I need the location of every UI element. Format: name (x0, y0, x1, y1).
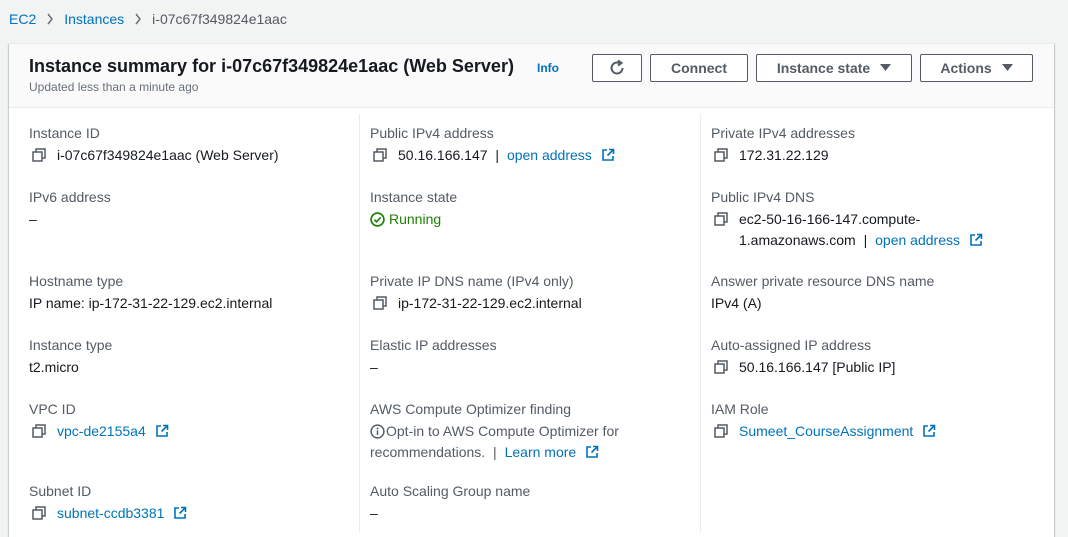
field-label: Hostname type (29, 273, 124, 289)
field-instance-type: Instance type t2.micro (29, 336, 349, 377)
public-ipv4-value: 50.16.166.147 (398, 147, 488, 163)
breadcrumb: EC2 Instances i-07c67f349824e1aac (9, 10, 287, 28)
field-compute-optimizer: AWS Compute Optimizer finding Opt-in to … (370, 400, 690, 463)
refresh-icon (608, 59, 626, 77)
page-title: Instance summary for i-07c67f349824e1aac… (29, 56, 514, 76)
actions-label: Actions (940, 60, 992, 76)
copy-icon[interactable] (32, 503, 52, 520)
field-label: IAM Role (711, 401, 769, 417)
hostname-type-value: IP name: ip-172-31-22-129.ec2.internal (29, 295, 273, 311)
status-badge: Running (370, 209, 441, 229)
field-public-ipv4: Public IPv4 address 50.16.166.147 | open… (370, 124, 690, 165)
copy-icon[interactable] (373, 145, 393, 162)
subnet-id-link[interactable]: subnet-ccdb3381 (57, 505, 164, 521)
refresh-button[interactable] (592, 54, 642, 82)
external-link-icon[interactable] (155, 424, 169, 438)
field-label: Subnet ID (29, 483, 92, 499)
private-dns-value: ip-172-31-22-129.ec2.internal (398, 295, 582, 311)
chevron-right-icon (46, 13, 54, 25)
public-dns-value: 1.amazonaws.com (739, 232, 856, 248)
field-label: Answer private resource DNS name (711, 273, 935, 289)
field-answer-dns: Answer private resource DNS name IPv4 (A… (711, 272, 1031, 313)
field-auto-ip: Auto-assigned IP address 50.16.166.147 [… (711, 336, 1031, 377)
column-divider (359, 114, 360, 532)
asg-name-value: – (370, 505, 378, 521)
connect-button-label: Connect (671, 60, 727, 76)
copy-icon[interactable] (714, 421, 734, 438)
field-private-dns: Private IP DNS name (IPv4 only) ip-172-3… (370, 272, 690, 313)
field-label: Private IPv4 addresses (711, 125, 855, 141)
field-label: Elastic IP addresses (370, 337, 497, 353)
private-ipv4-value: 172.31.22.129 (739, 147, 829, 163)
instance-id-value: i-07c67f349824e1aac (Web Server) (57, 147, 279, 163)
check-circle-icon (370, 211, 385, 227)
field-label: Auto Scaling Group name (370, 483, 531, 499)
field-label: Instance state (370, 189, 458, 205)
vpc-id-link[interactable]: vpc-de2155a4 (57, 423, 146, 439)
instance-state-button[interactable]: Instance state (756, 54, 912, 82)
copy-icon[interactable] (32, 145, 52, 162)
optimizer-text: Opt-in to AWS Compute Optimizer for (386, 423, 619, 439)
field-label: IPv6 address (29, 189, 111, 205)
field-iam-role: IAM Role Sumeet_CourseAssignment (711, 400, 1031, 441)
copy-icon[interactable] (714, 145, 734, 162)
field-label: AWS Compute Optimizer finding (370, 401, 571, 417)
field-ipv6: IPv6 address – (29, 188, 349, 229)
connect-button[interactable]: Connect (650, 54, 748, 82)
field-public-dns: Public IPv4 DNS ec2-50-16-166-147.comput… (711, 188, 1031, 251)
chevron-right-icon (134, 13, 142, 25)
open-address-link[interactable]: open address (875, 232, 960, 248)
optimizer-text: recommendations. (370, 444, 486, 460)
external-link-icon[interactable] (173, 506, 187, 520)
field-hostname-type: Hostname type IP name: ip-172-31-22-129.… (29, 272, 349, 313)
external-link-icon[interactable] (922, 424, 936, 438)
answer-dns-value: IPv4 (A) (711, 295, 762, 311)
info-circle-icon (370, 424, 385, 439)
field-label: VPC ID (29, 401, 76, 417)
field-asg-name: Auto Scaling Group name – (370, 482, 690, 523)
field-label: Private IP DNS name (IPv4 only) (370, 273, 574, 289)
copy-icon[interactable] (32, 421, 52, 438)
caret-down-icon (1001, 64, 1013, 72)
learn-more-link[interactable]: Learn more (505, 444, 577, 460)
field-label: Public IPv4 address (370, 125, 494, 141)
copy-icon[interactable] (714, 357, 734, 374)
breadcrumb-ec2[interactable]: EC2 (9, 11, 36, 27)
auto-ip-value: 50.16.166.147 [Public IP] (739, 359, 896, 375)
copy-icon[interactable] (373, 293, 393, 310)
ipv6-value: – (29, 211, 37, 227)
field-instance-state: Instance state Running (370, 188, 690, 229)
breadcrumb-current: i-07c67f349824e1aac (152, 11, 287, 27)
open-address-link[interactable]: open address (507, 147, 592, 163)
external-link-icon[interactable] (585, 445, 599, 459)
field-private-ipv4: Private IPv4 addresses 172.31.22.129 (711, 124, 1031, 165)
field-label: Instance type (29, 337, 113, 353)
info-link[interactable]: Info (537, 61, 559, 75)
field-label: Public IPv4 DNS (711, 189, 815, 205)
field-elastic-ip: Elastic IP addresses – (370, 336, 690, 377)
field-instance-id: Instance ID i-07c67f349824e1aac (Web Ser… (29, 124, 349, 165)
iam-role-link[interactable]: Sumeet_CourseAssignment (739, 423, 913, 439)
instance-type-value: t2.micro (29, 359, 79, 375)
instance-summary-panel: Instance summary for i-07c67f349824e1aac… (9, 43, 1054, 537)
elastic-ip-value: – (370, 359, 378, 375)
copy-icon[interactable] (714, 209, 734, 226)
panel-header: Instance summary for i-07c67f349824e1aac… (9, 44, 1054, 108)
field-label: Auto-assigned IP address (711, 337, 872, 353)
updated-subtitle: Updated less than a minute ago (29, 80, 199, 94)
external-link-icon[interactable] (969, 233, 983, 247)
field-vpc-id: VPC ID vpc-de2155a4 (29, 400, 349, 441)
caret-down-icon (880, 64, 892, 72)
instance-state-value: Running (389, 211, 442, 227)
instance-state-label: Instance state (776, 60, 871, 76)
column-divider (700, 114, 701, 532)
external-link-icon[interactable] (601, 148, 615, 162)
breadcrumb-instances[interactable]: Instances (64, 11, 124, 27)
field-label: Instance ID (29, 125, 100, 141)
actions-button[interactable]: Actions (920, 54, 1033, 82)
public-dns-value: ec2-50-16-166-147.compute- (739, 211, 921, 227)
field-subnet-id: Subnet ID subnet-ccdb3381 (29, 482, 349, 523)
